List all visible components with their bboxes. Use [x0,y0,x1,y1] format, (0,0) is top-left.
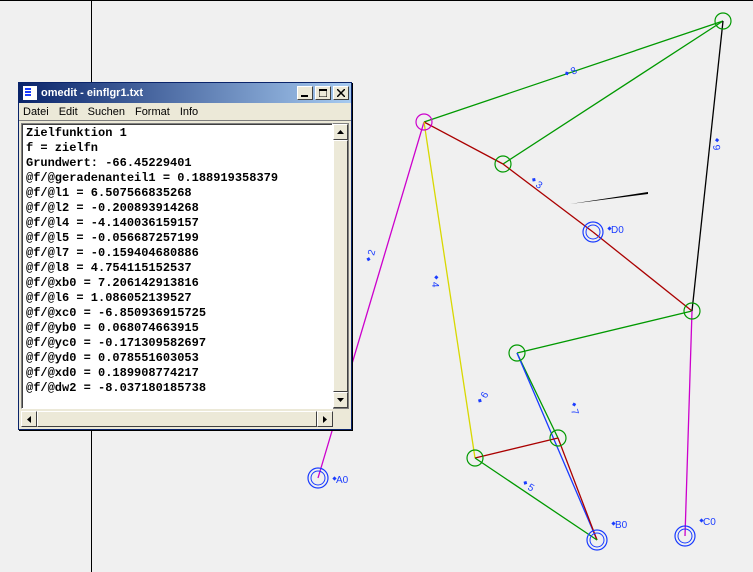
close-button[interactable] [333,86,349,100]
maximize-button[interactable] [315,86,331,100]
scroll-right-button[interactable] [317,411,333,427]
scroll-up-button[interactable] [333,124,348,140]
scroll-v-thumb[interactable] [333,140,348,392]
editor-textarea[interactable]: Zielfunktion 1 f = zielfn Grundwert: -66… [21,123,333,409]
scroll-v-track[interactable] [333,140,348,392]
titlebar[interactable]: omedit - einflgr1.txt [19,83,351,103]
minimize-button[interactable] [297,86,313,100]
menu-format[interactable]: Format [135,106,170,118]
scroll-h-thumb[interactable] [37,411,317,427]
text-editor-window: omedit - einflgr1.txt Datei Edit Suchen … [18,82,352,430]
menu-edit[interactable]: Edit [59,106,78,118]
scroll-h-track[interactable] [37,411,317,427]
menu-suchen[interactable]: Suchen [88,106,125,118]
window-controls [297,86,349,100]
editor-body: Zielfunktion 1 f = zielfn Grundwert: -66… [19,121,351,411]
app-icon [23,86,37,100]
scrollbar-vertical[interactable] [333,123,349,409]
scroll-down-button[interactable] [333,392,348,408]
menu-datei[interactable]: Datei [23,106,49,118]
window-title: omedit - einflgr1.txt [41,87,297,99]
scrollbar-horizontal[interactable] [21,411,349,427]
menubar: Datei Edit Suchen Format Info [19,103,351,121]
scroll-corner [333,411,349,427]
scroll-left-button[interactable] [21,411,37,427]
menu-info[interactable]: Info [180,106,198,118]
